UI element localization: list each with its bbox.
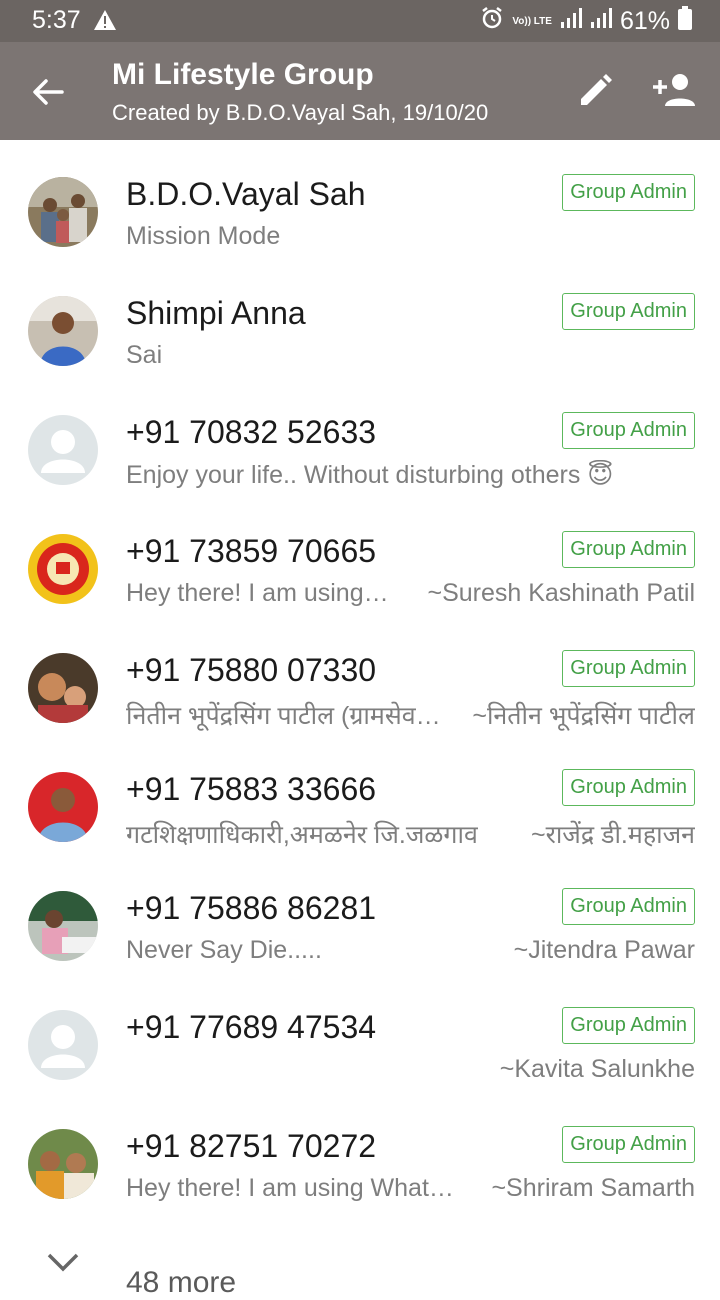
battery-percent: 61% <box>619 7 670 35</box>
participant-about: Mission Mode <box>126 222 281 250</box>
participant-row[interactable]: +91 77689 47534 ~Kavita Salunkhe Group A… <box>0 973 720 1092</box>
participant-push-name: ~Suresh Kashinath Patil <box>427 579 695 607</box>
participant-name: +91 82751 70272 <box>126 1128 377 1164</box>
participant-about: नितीन भूपेंद्रसिंग पाटील (ग्रामसेव… <box>126 702 441 730</box>
more-label: 48 more <box>126 1266 237 1299</box>
participant-push-name: ~Jitendra Pawar <box>513 936 695 964</box>
status-icons: Vo)) LTE 61% <box>480 6 692 37</box>
participant-row[interactable]: +91 75883 33666 गटशिक्षणाधिकारी,अमळनेर ज… <box>0 735 720 854</box>
participant-about: Sai <box>126 341 163 369</box>
group-admin-badge: Group Admin <box>562 174 695 211</box>
avatar[interactable] <box>28 177 98 247</box>
participant-name: +91 77689 47534 <box>126 1009 377 1045</box>
participant-push-name: ~Kavita Salunkhe <box>499 1055 695 1083</box>
participant-name: B.D.O.Vayal Sah <box>126 176 366 212</box>
default-avatar-icon[interactable] <box>28 1010 98 1080</box>
status-bar: 5:37 Vo)) LTE 61% <box>0 0 720 42</box>
participant-row[interactable]: B.D.O.Vayal Sah Mission Mode Group Admin <box>0 140 720 259</box>
group-admin-badge: Group Admin <box>562 531 695 568</box>
group-title[interactable]: Mi Lifestyle Group <box>112 58 374 92</box>
participant-push-name: ~Shriram Samarth <box>491 1174 695 1202</box>
participant-about-row: ~Kavita Salunkhe <box>126 1055 695 1084</box>
participant-row[interactable]: +91 70832 52633 Enjoy your life.. Withou… <box>0 378 720 497</box>
participant-row[interactable]: +91 75880 07330 नितीन भूपेंद्रसिंग पाटील… <box>0 616 720 735</box>
participant-name: +91 75886 86281 <box>126 890 377 926</box>
battery-icon <box>678 6 692 37</box>
pencil-icon[interactable] <box>576 72 614 110</box>
group-admin-badge: Group Admin <box>562 769 695 806</box>
participant-about: गटशिक्षणाधिकारी,अमळनेर जि.जळगाव <box>126 821 478 849</box>
participant-about-row: Mission Mode <box>126 222 695 251</box>
participant-about-row: Hey there! I am using… ~Suresh Kashinath… <box>126 579 695 608</box>
group-admin-badge: Group Admin <box>562 650 695 687</box>
status-time: 5:37 <box>32 6 81 34</box>
participant-about-row: Sai <box>126 341 695 370</box>
participant-push-name: ~राजेंद्र डी.महाजन <box>531 821 695 849</box>
avatar[interactable] <box>28 653 98 723</box>
group-admin-badge: Group Admin <box>562 412 695 449</box>
participant-push-name: ~नितीन भूपेंद्रसिंग पाटील <box>472 702 695 730</box>
warning-icon <box>93 9 117 36</box>
participant-about-row: Never Say Die..... ~Jitendra Pawar <box>126 936 695 965</box>
add-person-icon[interactable] <box>652 70 698 110</box>
chevron-down-icon <box>46 1252 80 1277</box>
app-bar: Mi Lifestyle Group Created by B.D.O.Vaya… <box>0 42 720 140</box>
participant-about-row: Enjoy your life.. Without disturbing oth… <box>126 460 695 490</box>
group-admin-badge: Group Admin <box>562 293 695 330</box>
participants-list: B.D.O.Vayal Sah Mission Mode Group Admin… <box>0 140 720 1211</box>
avatar[interactable] <box>28 1129 98 1199</box>
group-admin-badge: Group Admin <box>562 1007 695 1044</box>
participant-row[interactable]: +91 82751 70272 Hey there! I am using Wh… <box>0 1092 720 1211</box>
participant-about-row: नितीन भूपेंद्रसिंग पाटील (ग्रामसेव… ~नित… <box>126 698 695 732</box>
signal-icon <box>590 7 612 36</box>
avatar[interactable] <box>28 891 98 961</box>
group-admin-badge: Group Admin <box>562 1126 695 1163</box>
avatar[interactable] <box>28 296 98 366</box>
view-more-participants[interactable]: 48 more <box>0 1230 720 1299</box>
participant-about: Hey there! I am using What… <box>126 1174 454 1202</box>
group-subtitle: Created by B.D.O.Vayal Sah, 19/10/20 <box>112 100 489 125</box>
alarm-icon <box>480 6 504 37</box>
participant-name: +91 70832 52633 <box>126 414 377 450</box>
participant-name: +91 75880 07330 <box>126 652 377 688</box>
back-arrow-icon[interactable] <box>30 74 66 110</box>
avatar[interactable] <box>28 772 98 842</box>
participant-row[interactable]: +91 73859 70665 Hey there! I am using… ~… <box>0 497 720 616</box>
group-admin-badge: Group Admin <box>562 888 695 925</box>
default-avatar-icon[interactable] <box>28 415 98 485</box>
participant-row[interactable]: Shimpi Anna Sai Group Admin <box>0 259 720 378</box>
participant-about-row: गटशिक्षणाधिकारी,अमळनेर जि.जळगाव ~राजेंद्… <box>126 817 695 851</box>
participant-name: +91 73859 70665 <box>126 533 377 569</box>
signal-icon <box>560 7 582 36</box>
participant-about: Hey there! I am using… <box>126 579 389 607</box>
participant-about: Enjoy your life.. Without disturbing oth… <box>126 461 614 489</box>
participant-about-row: Hey there! I am using What… ~Shriram Sam… <box>126 1174 695 1203</box>
participant-name: +91 75883 33666 <box>126 771 377 807</box>
participant-row[interactable]: +91 75886 86281 Never Say Die..... ~Jite… <box>0 854 720 973</box>
participant-name: Shimpi Anna <box>126 295 306 331</box>
avatar[interactable] <box>28 534 98 604</box>
participant-about: Never Say Die..... <box>126 936 322 964</box>
volte-icon: Vo)) LTE <box>512 15 552 27</box>
